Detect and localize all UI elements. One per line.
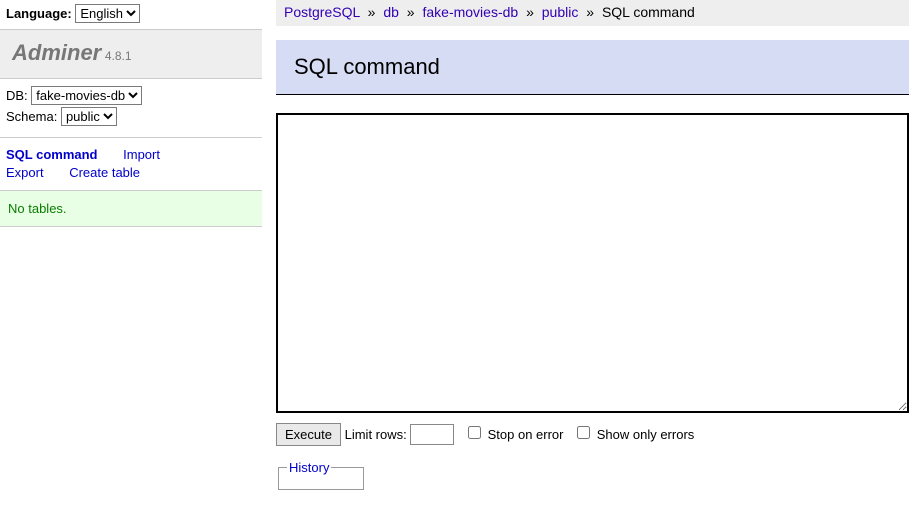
schema-label: Schema: [6, 109, 57, 124]
sql-form: Limit rows: Stop on error Show only erro… [276, 113, 909, 493]
breadcrumb-dbname[interactable]: fake-movies-db [422, 4, 518, 20]
controls-row: Limit rows: Stop on error Show only erro… [276, 423, 909, 446]
breadcrumb-sep: » [407, 4, 415, 20]
stop-on-error-text: Stop on error [488, 427, 564, 442]
brand-header: Adminer 4.8.1 [0, 29, 262, 79]
link-sql-command[interactable]: SQL command [6, 146, 98, 164]
breadcrumb-sep: » [586, 4, 594, 20]
show-only-errors-text: Show only errors [597, 427, 695, 442]
breadcrumb-server[interactable]: PostgreSQL [284, 4, 360, 20]
tables-message: No tables. [0, 191, 262, 227]
stop-on-error-label[interactable]: Stop on error [464, 427, 567, 442]
language-select[interactable]: English [75, 4, 140, 23]
db-label: DB: [6, 88, 28, 103]
execute-button[interactable] [276, 423, 341, 446]
stop-on-error-checkbox[interactable] [468, 426, 481, 439]
language-selector: Language: English [0, 0, 262, 29]
sidebar-links: SQL command Import Export Create table [0, 138, 262, 191]
brand-version: 4.8.1 [105, 49, 132, 63]
history-link[interactable]: History [289, 460, 329, 475]
link-import[interactable]: Import [123, 146, 160, 164]
breadcrumb-db-link[interactable]: db [383, 4, 399, 20]
show-only-errors-label[interactable]: Show only errors [573, 427, 694, 442]
history-fieldset: History [278, 460, 364, 490]
breadcrumb-schema[interactable]: public [542, 4, 579, 20]
breadcrumb-sep: » [368, 4, 376, 20]
show-only-errors-checkbox[interactable] [577, 426, 590, 439]
link-export[interactable]: Export [6, 164, 44, 182]
sql-textarea[interactable] [276, 113, 909, 413]
breadcrumb-current: SQL command [602, 4, 695, 20]
link-create-table[interactable]: Create table [69, 164, 140, 182]
db-schema-selectors: DB: fake-movies-db Schema: public [0, 79, 262, 138]
schema-select[interactable]: public [61, 107, 117, 126]
page-title: SQL command [276, 40, 909, 95]
limit-label: Limit rows: [345, 427, 407, 442]
breadcrumb: PostgreSQL » db » fake-movies-db » publi… [276, 0, 909, 26]
language-label: Language: [6, 6, 72, 21]
brand-link[interactable]: Adminer [12, 40, 101, 65]
breadcrumb-sep: » [526, 4, 534, 20]
limit-rows-input[interactable] [410, 424, 454, 445]
db-select[interactable]: fake-movies-db [31, 86, 142, 105]
